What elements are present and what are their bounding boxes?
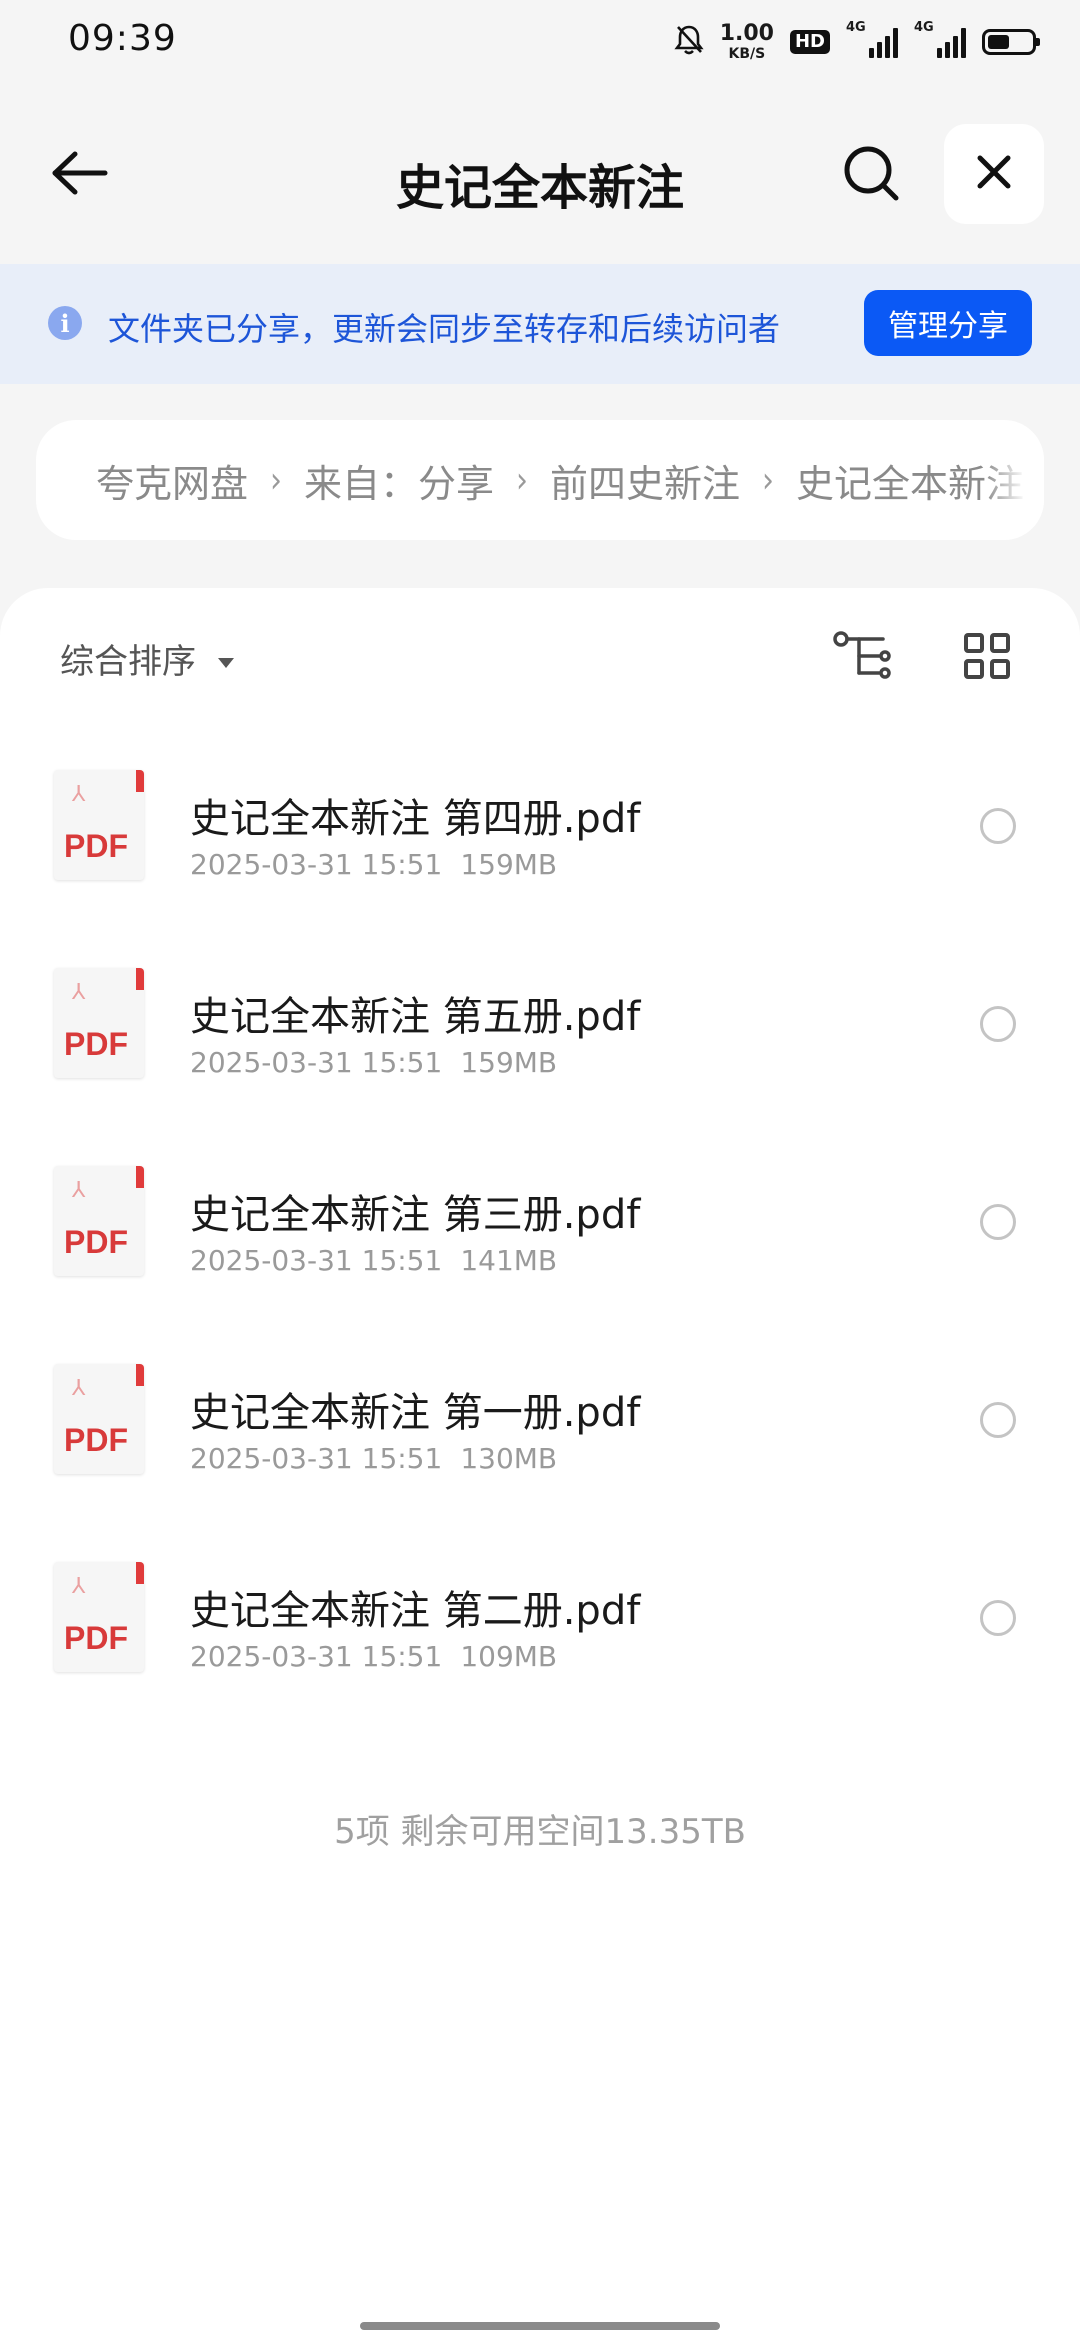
grid-icon — [963, 632, 1011, 684]
caret-down-icon — [216, 639, 236, 679]
file-date: 2025-03-31 15:51 — [190, 1640, 443, 1673]
pdf-icon-label: PDF — [64, 1620, 128, 1656]
grid-view-button[interactable] — [952, 628, 1022, 688]
file-row[interactable]: ⅄ PDF 史记全本新注 第五册.pdf 2025-03-31 15:51 159… — [0, 946, 1080, 1144]
file-meta: 2025-03-31 15:51 109MB — [190, 1640, 557, 1673]
share-banner-message: 文件夹已分享，更新会同步至转存和后续访问者 — [108, 310, 781, 348]
pdf-icon-label: PDF — [64, 1026, 128, 1062]
file-panel: 综合排序 ⅄ PDF 史记全本新注 第四册.pdf 2025-03-31 15:… — [0, 588, 1080, 2340]
file-meta: 2025-03-31 15:51 159MB — [190, 1046, 557, 1079]
share-banner: i 文件夹已分享，更新会同步至转存和后续访问者 管理分享 — [0, 264, 1080, 384]
signal-1-icon: 4G — [846, 20, 898, 58]
network-speed-value: 1.00 — [719, 21, 774, 46]
chevron-right-icon: › — [270, 459, 283, 501]
file-date: 2025-03-31 15:51 — [190, 1046, 443, 1079]
breadcrumb-item-folder[interactable]: 前四史新注 — [550, 453, 740, 508]
tree-view-button[interactable] — [828, 628, 898, 688]
file-meta: 2025-03-31 15:51 159MB — [190, 848, 557, 881]
close-button[interactable] — [944, 124, 1044, 224]
manage-share-button[interactable]: 管理分享 — [864, 290, 1032, 356]
file-name: 史记全本新注 第四册.pdf — [190, 796, 641, 842]
file-meta: 2025-03-31 15:51 130MB — [190, 1442, 557, 1475]
file-size: 130MB — [460, 1442, 558, 1475]
signal-1-label: 4G — [846, 20, 866, 35]
bell-muted-icon — [674, 24, 704, 60]
battery-icon — [982, 29, 1040, 55]
file-name: 史记全本新注 第一册.pdf — [190, 1390, 641, 1436]
status-time: 09:39 — [68, 18, 177, 59]
file-name: 史记全本新注 第五册.pdf — [190, 994, 641, 1040]
network-speed: 1.00 KB/S — [719, 21, 774, 62]
pdf-icon-label: PDF — [64, 1224, 128, 1260]
signal-2-icon: 4G — [914, 20, 966, 58]
search-icon — [841, 143, 901, 207]
sort-label: 综合排序 — [60, 642, 196, 682]
file-size: 159MB — [460, 1046, 558, 1079]
breadcrumb-item-shared[interactable]: 来自：分享 — [304, 453, 494, 508]
pdf-icon-label: PDF — [64, 828, 128, 864]
select-radio[interactable] — [980, 1600, 1016, 1636]
pdf-file-icon: ⅄ PDF — [54, 770, 144, 880]
file-meta: 2025-03-31 15:51 141MB — [190, 1244, 557, 1277]
storage-summary: 5项 剩余可用空间13.35TB — [334, 1812, 746, 1852]
tree-structure-icon — [833, 631, 893, 685]
page-title: 史记全本新注 — [395, 160, 684, 216]
file-row[interactable]: ⅄ PDF 史记全本新注 第二册.pdf 2025-03-31 15:51 109… — [0, 1540, 1080, 1738]
file-size: 109MB — [460, 1640, 558, 1673]
file-size: 141MB — [460, 1244, 558, 1277]
header: 史记全本新注 — [0, 110, 1080, 240]
file-date: 2025-03-31 15:51 — [190, 1442, 443, 1475]
home-indicator[interactable] — [360, 2322, 720, 2330]
select-radio[interactable] — [980, 1402, 1016, 1438]
file-name: 史记全本新注 第三册.pdf — [190, 1192, 641, 1238]
pdf-icon-label: PDF — [64, 1422, 128, 1458]
chevron-right-icon: › — [762, 459, 775, 501]
file-date: 2025-03-31 15:51 — [190, 848, 443, 881]
pdf-file-icon: ⅄ PDF — [54, 968, 144, 1078]
file-date: 2025-03-31 15:51 — [190, 1244, 443, 1277]
chevron-right-icon: › — [516, 459, 529, 501]
status-bar: 09:39 1.00 KB/S HD 4G 4G — [0, 0, 1080, 84]
file-row[interactable]: ⅄ PDF 史记全本新注 第四册.pdf 2025-03-31 15:51 159… — [0, 748, 1080, 946]
battery-fill — [988, 35, 1009, 49]
search-button[interactable] — [836, 140, 906, 210]
file-name: 史记全本新注 第二册.pdf — [190, 1588, 641, 1634]
breadcrumb-fade — [984, 420, 1044, 540]
network-speed-unit: KB/S — [728, 46, 766, 62]
file-size: 159MB — [460, 848, 558, 881]
pdf-file-icon: ⅄ PDF — [54, 1166, 144, 1276]
breadcrumb-item-root[interactable]: 夸克网盘 — [96, 453, 248, 508]
sort-dropdown[interactable]: 综合排序 — [60, 634, 236, 683]
close-icon — [976, 154, 1012, 194]
signal-2-label: 4G — [914, 20, 934, 35]
hd-badge: HD — [789, 30, 830, 54]
info-icon: i — [48, 306, 82, 340]
select-radio[interactable] — [980, 1006, 1016, 1042]
select-radio[interactable] — [980, 1204, 1016, 1240]
status-icons: 1.00 KB/S HD 4G 4G — [674, 16, 1040, 68]
breadcrumb: 夸克网盘 › 来自：分享 › 前四史新注 › 史记全本新注 — [36, 420, 1044, 540]
pdf-file-icon: ⅄ PDF — [54, 1364, 144, 1474]
file-list: ⅄ PDF 史记全本新注 第四册.pdf 2025-03-31 15:51 159… — [0, 748, 1080, 1738]
pdf-file-icon: ⅄ PDF — [54, 1562, 144, 1672]
select-radio[interactable] — [980, 808, 1016, 844]
file-row[interactable]: ⅄ PDF 史记全本新注 第三册.pdf 2025-03-31 15:51 141… — [0, 1144, 1080, 1342]
file-row[interactable]: ⅄ PDF 史记全本新注 第一册.pdf 2025-03-31 15:51 130… — [0, 1342, 1080, 1540]
